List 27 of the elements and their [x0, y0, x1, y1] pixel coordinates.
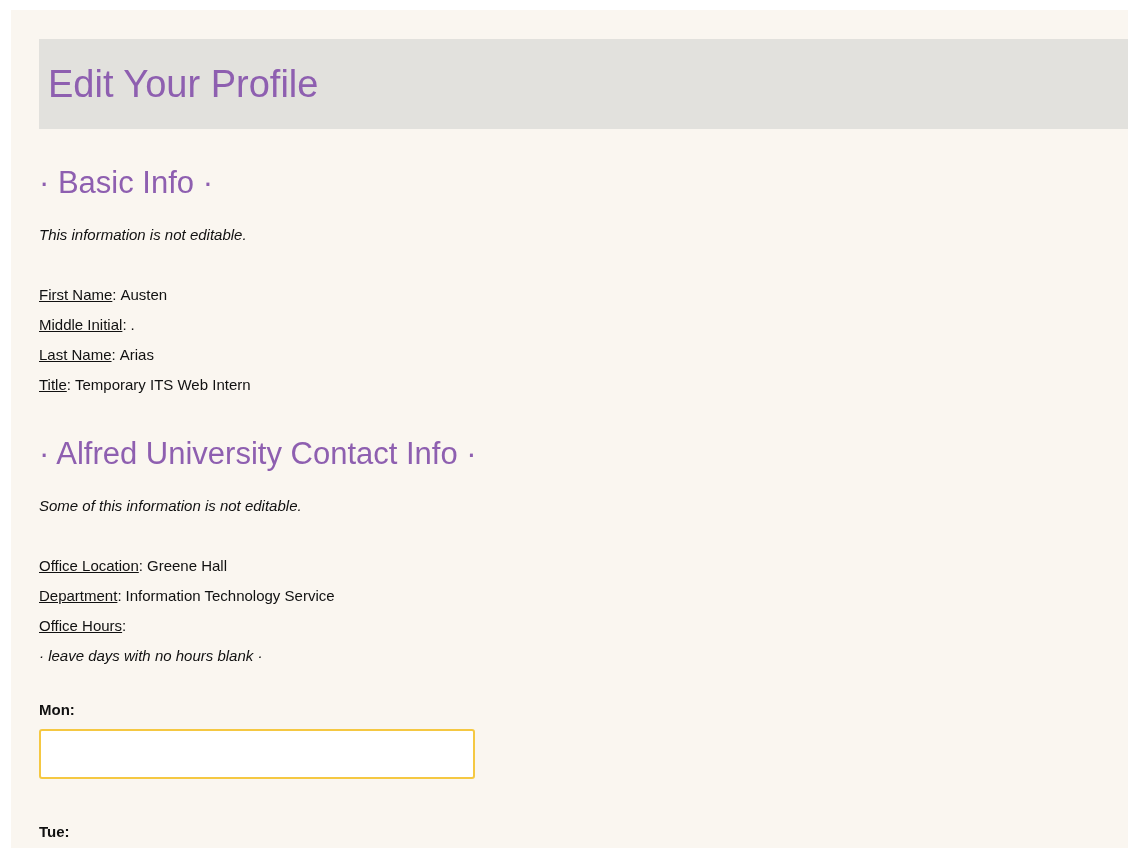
- field-label: Middle Initial: [39, 315, 123, 335]
- field-colon: :: [138, 556, 143, 576]
- field-label: Title: [39, 375, 67, 395]
- field-value: Greene Hall: [146, 556, 227, 576]
- section-note: This information is not editable.: [39, 225, 248, 245]
- field-label: Last Name: [39, 345, 112, 365]
- field-colon: :: [112, 285, 117, 305]
- field-label: Department: [39, 586, 118, 606]
- field-value: Information Technology Service: [125, 586, 335, 606]
- field-value: Austen: [120, 285, 168, 305]
- section-heading: · Basic Info ·: [39, 167, 214, 198]
- field-value: Arias: [119, 345, 154, 365]
- field-colon: :: [117, 586, 122, 606]
- field-value: .: [130, 315, 135, 335]
- field-label: Office Location: [39, 556, 139, 576]
- day-label: Mon:: [39, 700, 76, 720]
- field-colon: :: [66, 375, 71, 395]
- hours-input[interactable]: [39, 729, 475, 779]
- field-colon: :: [122, 315, 127, 335]
- field-value: Temporary ITS Web Intern: [74, 375, 251, 395]
- section-note: Some of this information is not editable.: [39, 496, 303, 516]
- day-label: Tue:: [39, 822, 71, 842]
- field-colon: :: [111, 345, 116, 365]
- page-title: Edit Your Profile: [48, 65, 319, 103]
- field-colon: :: [122, 616, 127, 636]
- hours-hint: · leave days with no hours blank ·: [39, 646, 264, 666]
- section-heading: · Alfred University Contact Info ·: [39, 438, 478, 469]
